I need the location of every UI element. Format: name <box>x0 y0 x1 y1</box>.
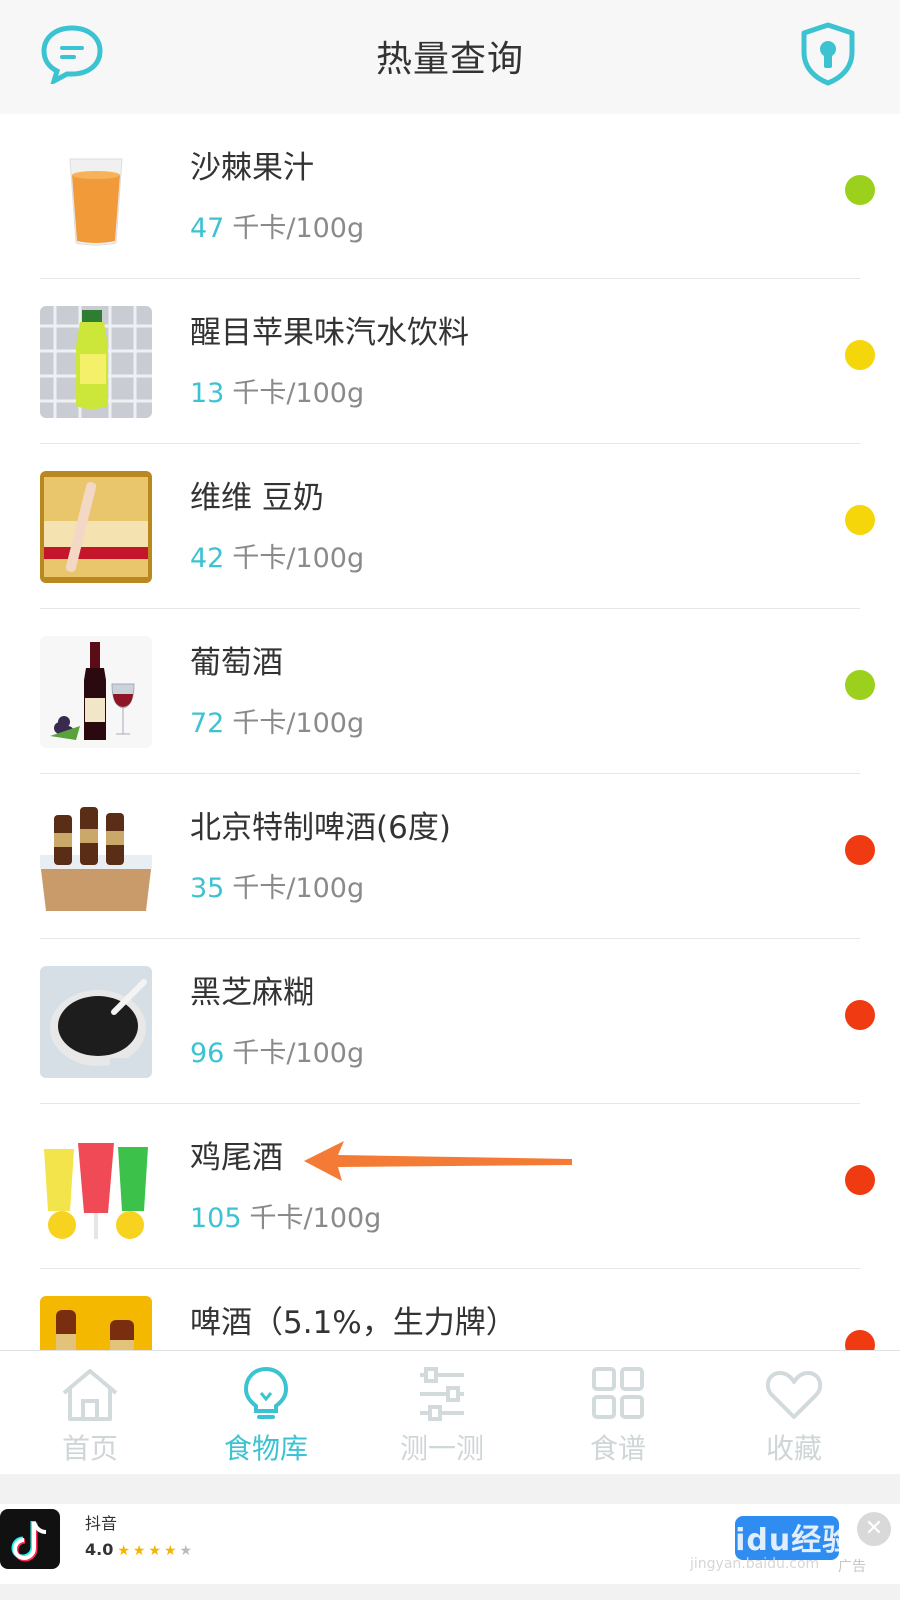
food-name: 醒目苹果味汽水饮料 <box>190 315 469 351</box>
food-calories: 72 千卡/100g <box>190 708 365 739</box>
calorie-level-indicator <box>845 1165 875 1195</box>
food-item[interactable]: 北京特制啤酒(6度) 35 千卡/100g <box>0 774 900 939</box>
calorie-level-indicator <box>845 835 875 865</box>
food-item[interactable]: 黑芝麻糊 96 千卡/100g <box>0 939 900 1104</box>
food-name: 葡萄酒 <box>190 645 283 681</box>
food-thumbnail <box>40 636 152 748</box>
top-bar: 热量查询 <box>0 0 900 114</box>
food-thumbnail <box>40 966 152 1078</box>
grid-icon <box>592 1367 644 1419</box>
tab-food-library[interactable]: 食物库 <box>176 1351 356 1475</box>
star-rating-icon: ★★★★★ <box>117 1543 196 1559</box>
privacy-button[interactable] <box>800 22 856 86</box>
tab-label: 食谱 <box>589 1432 646 1465</box>
food-item[interactable]: 葡萄酒 72 千卡/100g <box>0 609 900 774</box>
tab-label: 首页 <box>61 1432 118 1465</box>
food-item[interactable]: 沙棘果汁 47 千卡/100g <box>0 114 900 279</box>
food-item[interactable]: 维维 豆奶 42 千卡/100g <box>0 444 900 609</box>
food-thumbnail <box>40 141 152 253</box>
tab-recipes[interactable]: 食谱 <box>528 1351 708 1475</box>
tab-label: 收藏 <box>765 1432 822 1465</box>
tab-label: 测一测 <box>399 1432 484 1465</box>
food-calories: 13 千卡/100g <box>190 378 365 409</box>
food-thumbnail <box>40 1131 152 1243</box>
food-calories: 35 千卡/100g <box>190 873 365 904</box>
baidu-watermark-logo: Baidu经验 <box>690 1523 854 1558</box>
food-thumbnail <box>40 471 152 583</box>
calorie-level-indicator <box>845 670 875 700</box>
ad-rating: 4.0 ★★★★★ <box>85 1540 196 1559</box>
food-name: 啤酒（5.1%，生力牌） <box>190 1305 517 1341</box>
tab-label: 食物库 <box>223 1432 308 1465</box>
food-item[interactable]: 醒目苹果味汽水饮料 13 千卡/100g <box>0 279 900 444</box>
food-thumbnail <box>40 801 152 913</box>
calorie-level-indicator <box>845 340 875 370</box>
food-calories: 105 千卡/100g <box>190 1203 382 1234</box>
calorie-level-indicator <box>845 505 875 535</box>
food-name: 维维 豆奶 <box>190 480 324 516</box>
tab-home[interactable]: 首页 <box>0 1351 180 1475</box>
food-name: 沙棘果汁 <box>190 150 314 186</box>
food-item[interactable]: 啤酒（5.1%，生力牌） <box>0 1269 900 1350</box>
food-name: 北京特制啤酒(6度) <box>190 810 451 846</box>
food-calories: 47 千卡/100g <box>190 213 365 244</box>
calorie-level-indicator <box>845 1000 875 1030</box>
tab-test[interactable]: 测一测 <box>352 1351 532 1475</box>
tiktok-icon <box>0 1509 60 1569</box>
page-title: 热量查询 <box>375 39 524 80</box>
bottom-tab-bar: 首页 食物库 测一测 食谱 收藏 <box>0 1350 900 1474</box>
heart-icon <box>765 1371 823 1419</box>
lightbulb-icon <box>243 1366 289 1419</box>
ad-app-name: 抖音 <box>85 1514 118 1533</box>
home-icon <box>62 1369 118 1421</box>
food-thumbnail <box>40 1296 152 1350</box>
ad-tag: 广告 <box>838 1559 866 1575</box>
food-name: 鸡尾酒 <box>190 1140 283 1176</box>
baidu-watermark-url: jingyan.baidu.com <box>690 1556 820 1572</box>
food-name: 黑芝麻糊 <box>190 975 314 1011</box>
food-calories: 96 千卡/100g <box>190 1038 365 1069</box>
annotation-arrow-icon <box>304 1141 572 1181</box>
food-calories: 42 千卡/100g <box>190 543 365 574</box>
food-thumbnail <box>40 306 152 418</box>
tab-favorites[interactable]: 收藏 <box>704 1351 884 1475</box>
shield-lock-icon <box>801 22 855 86</box>
calorie-level-indicator <box>845 1330 875 1350</box>
calorie-level-indicator <box>845 175 875 205</box>
close-icon[interactable]: ✕ <box>857 1512 891 1546</box>
sliders-icon <box>420 1367 464 1421</box>
